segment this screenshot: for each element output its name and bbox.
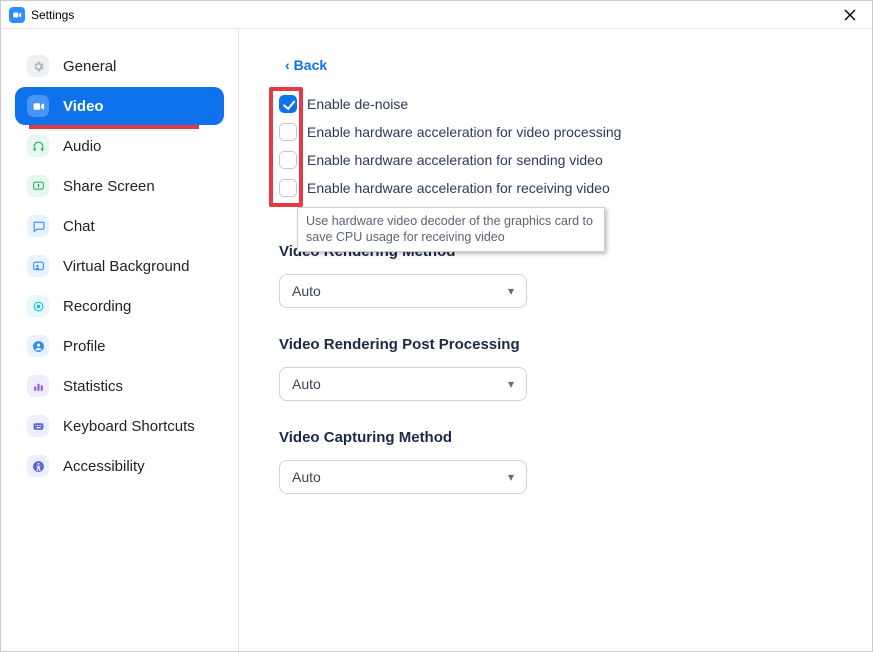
back-label: Back xyxy=(294,57,327,73)
checkbox-hw-processing[interactable] xyxy=(279,123,297,141)
sidebar-item-label: Share Screen xyxy=(63,178,155,195)
sidebar-item-label: Virtual Background xyxy=(63,258,189,275)
checkbox-hw-sending[interactable] xyxy=(279,151,297,169)
sidebar-item-label: Profile xyxy=(63,338,106,355)
section-video-rendering-post-processing: Video Rendering Post Processing Auto ▾ xyxy=(279,336,832,401)
sidebar-item-keyboard-shortcuts[interactable]: Keyboard Shortcuts xyxy=(15,407,224,445)
sidebar-item-label: Recording xyxy=(63,298,131,315)
sidebar-item-chat[interactable]: Chat xyxy=(15,207,224,245)
close-button[interactable] xyxy=(836,1,864,29)
check-row-hw-receiving: Enable hardware acceleration for receivi… xyxy=(279,179,832,197)
window-title: Settings xyxy=(31,8,74,22)
checkbox-label: Enable de-noise xyxy=(307,96,408,112)
section-video-capturing-method: Video Capturing Method Auto ▾ xyxy=(279,429,832,494)
sidebar-item-statistics[interactable]: Statistics xyxy=(15,367,224,405)
chevron-down-icon: ▾ xyxy=(508,284,514,298)
checkbox-label: Enable hardware acceleration for video p… xyxy=(307,124,621,140)
virtual-bg-icon xyxy=(27,255,49,277)
select-value: Auto xyxy=(292,283,321,299)
chat-icon xyxy=(27,215,49,237)
sidebar: General Video Audio Share Screen xyxy=(1,29,239,651)
chevron-down-icon: ▾ xyxy=(508,377,514,391)
headphones-icon xyxy=(27,135,49,157)
check-row-hw-processing: Enable hardware acceleration for video p… xyxy=(279,123,832,141)
check-row-hw-sending: Enable hardware acceleration for sending… xyxy=(279,151,832,169)
sidebar-item-video[interactable]: Video xyxy=(15,87,224,125)
video-icon xyxy=(27,95,49,117)
sidebar-item-profile[interactable]: Profile xyxy=(15,327,224,365)
sidebar-item-accessibility[interactable]: Accessibility xyxy=(15,447,224,485)
close-icon xyxy=(844,9,856,21)
accessibility-icon xyxy=(27,455,49,477)
recording-icon xyxy=(27,295,49,317)
chevron-left-icon: ‹ xyxy=(285,57,290,73)
gear-icon xyxy=(27,55,49,77)
checkbox-label: Enable hardware acceleration for sending… xyxy=(307,152,603,168)
sidebar-item-label: Audio xyxy=(63,138,101,155)
share-screen-icon xyxy=(27,175,49,197)
sidebar-item-general[interactable]: General xyxy=(15,47,224,85)
titlebar-left: Settings xyxy=(9,7,74,23)
settings-window: Settings General Video xyxy=(0,0,873,652)
sidebar-item-recording[interactable]: Recording xyxy=(15,287,224,325)
section-video-rendering-method: Video Rendering Method Auto ▾ xyxy=(279,243,832,308)
select-value: Auto xyxy=(292,376,321,392)
chevron-down-icon: ▾ xyxy=(508,470,514,484)
sidebar-item-label: General xyxy=(63,58,116,75)
titlebar: Settings xyxy=(1,1,872,29)
sidebar-item-label: Video xyxy=(63,98,104,115)
body: General Video Audio Share Screen xyxy=(1,29,872,651)
section-heading: Video Rendering Post Processing xyxy=(279,336,832,353)
select-video-capturing-method[interactable]: Auto ▾ xyxy=(279,460,527,494)
statistics-icon xyxy=(27,375,49,397)
checkbox-group: Enable de-noise Enable hardware accelera… xyxy=(279,95,832,197)
section-heading: Video Capturing Method xyxy=(279,429,832,446)
select-video-rendering-post-processing[interactable]: Auto ▾ xyxy=(279,367,527,401)
sidebar-item-share-screen[interactable]: Share Screen xyxy=(15,167,224,205)
sidebar-item-label: Keyboard Shortcuts xyxy=(63,418,195,435)
tooltip-hw-receiving: Use hardware video decoder of the graphi… xyxy=(297,207,605,252)
sidebar-item-label: Accessibility xyxy=(63,458,145,475)
app-icon xyxy=(9,7,25,23)
keyboard-icon xyxy=(27,415,49,437)
back-button[interactable]: ‹ Back xyxy=(285,57,327,73)
sidebar-item-label: Statistics xyxy=(63,378,123,395)
checkbox-hw-receiving[interactable] xyxy=(279,179,297,197)
profile-icon xyxy=(27,335,49,357)
checkbox-denoise[interactable] xyxy=(279,95,297,113)
sidebar-item-virtual-background[interactable]: Virtual Background xyxy=(15,247,224,285)
main-panel: ‹ Back Enable de-noise Enable hardware a… xyxy=(239,29,872,651)
checkbox-label: Enable hardware acceleration for receivi… xyxy=(307,180,610,196)
select-video-rendering-method[interactable]: Auto ▾ xyxy=(279,274,527,308)
sidebar-item-audio[interactable]: Audio xyxy=(15,127,224,165)
sidebar-item-label: Chat xyxy=(63,218,95,235)
check-row-denoise: Enable de-noise xyxy=(279,95,832,113)
select-value: Auto xyxy=(292,469,321,485)
